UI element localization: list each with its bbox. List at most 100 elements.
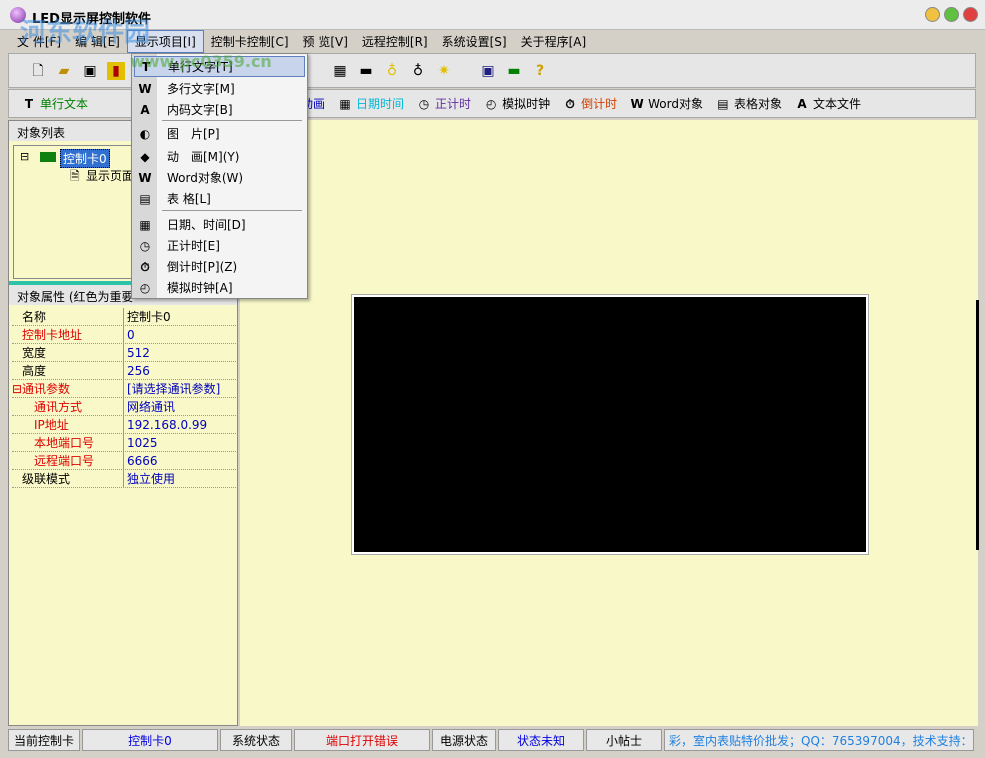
menu-separator (162, 210, 302, 211)
menu-option-icon: ◐ (139, 126, 151, 141)
menu-option-9[interactable]: ⏱ 倒计时[P](Z) (134, 256, 305, 277)
chip-icon[interactable]: ▬ (357, 62, 375, 80)
menu-item-0[interactable]: 文 件[F] (10, 31, 68, 52)
save-icon[interactable]: ▣ (81, 62, 99, 80)
display-items-menu: T 单行文字[T] W 多行文字[M] A 内码文字[B] ◐ 图 片[P] ◆ 动 画[M](Y… (131, 53, 308, 299)
menu-item-2[interactable]: 显示项目[I] (126, 29, 204, 53)
menu-option-8[interactable]: ◷ 正计时[E] (134, 235, 305, 256)
property-row[interactable]: 宽度 512 (12, 344, 236, 362)
menu-option-label: 动 画[M](Y) (167, 150, 240, 164)
toolbar-item-8[interactable]: A 文本文件 (794, 95, 861, 112)
toolbar-item-5[interactable]: ⏱ 倒计时 (562, 95, 617, 112)
property-row[interactable]: ⊟通讯参数 [请选择通讯参数] (12, 380, 236, 398)
toolbar-item-icon: ⏱ (565, 96, 575, 111)
property-row[interactable]: 通讯方式 网络通讯 (12, 398, 236, 416)
property-name: 级联模式 (12, 470, 124, 487)
design-canvas[interactable] (240, 120, 979, 726)
menu-option-6[interactable]: ▤ 表 格[L] (134, 188, 305, 209)
page-icon: 🗎 (70, 169, 80, 183)
menu-option-icon: W (138, 81, 152, 96)
menu-option-icon: W (138, 170, 152, 185)
close-button[interactable] (963, 7, 978, 22)
toolbar-item-3[interactable]: ◷ 正计时 (416, 95, 471, 112)
toolbar-item-label: Word对象 (648, 97, 703, 111)
toolbar-item-icon: W (630, 96, 644, 111)
title-bar: LED显示屏控制软件 (0, 0, 985, 30)
collapse-icon[interactable]: ⊟ (20, 150, 29, 163)
property-value[interactable]: 512 (124, 344, 236, 361)
property-name: 高度 (12, 362, 124, 379)
property-row[interactable]: 控制卡地址 0 (12, 326, 236, 344)
property-row[interactable]: 远程端口号 6666 (12, 452, 236, 470)
property-value[interactable]: 网络通讯 (124, 398, 236, 415)
menu-item-7[interactable]: 关于程序[A] (514, 31, 594, 52)
bulb-off-icon[interactable]: ♁ (409, 62, 427, 80)
property-row[interactable]: 名称 控制卡0 (12, 308, 236, 326)
property-value[interactable]: 192.168.0.99 (124, 416, 236, 433)
status-cell-1: 控制卡0 (82, 729, 218, 751)
property-row[interactable]: 级联模式 独立使用 (12, 470, 236, 488)
property-value[interactable]: [请选择通讯参数] (124, 380, 236, 397)
menu-option-icon: ▤ (139, 191, 151, 206)
led-screen-preview[interactable] (352, 295, 868, 554)
property-value[interactable]: 控制卡0 (124, 308, 236, 325)
menu-option-2[interactable]: A 内码文字[B] (134, 99, 305, 120)
menu-option-icon: ◆ (140, 149, 150, 164)
menu-option-3[interactable]: ◐ 图 片[P] (134, 123, 305, 144)
watermark-url: www.pc0359.cn (130, 52, 272, 71)
tree-item-page[interactable]: 显示页面 (86, 167, 134, 184)
bulb-on-icon[interactable]: ♁ (383, 62, 401, 80)
property-row[interactable]: IP地址 192.168.0.99 (12, 416, 236, 434)
property-value[interactable]: 0 (124, 326, 236, 343)
toolbar-item-4[interactable]: ◴ 模拟时钟 (483, 95, 550, 112)
property-value[interactable]: 独立使用 (124, 470, 236, 487)
menu-option-5[interactable]: W Word对象(W) (134, 167, 305, 188)
minimize-button[interactable] (925, 7, 940, 22)
help-icon[interactable]: ? (531, 62, 549, 80)
toolbar-item-icon: ◷ (418, 96, 430, 111)
exit-door-icon[interactable]: ▮ (107, 61, 125, 80)
toolbar-item-label: 模拟时钟 (502, 97, 551, 111)
menu-option-4[interactable]: ◆ 动 画[M](Y) (134, 146, 305, 167)
grid-icon[interactable]: ▦ (331, 62, 349, 80)
toolbar-item-0[interactable]: T 单行文本 (21, 95, 88, 112)
property-name: 远程端口号 (12, 452, 124, 469)
status-cell-4: 电源状态 (432, 729, 496, 751)
property-value[interactable]: 256 (124, 362, 236, 379)
menu-item-3[interactable]: 控制卡控制[C] (204, 31, 296, 52)
menu-option-icon: ▦ (139, 217, 151, 232)
property-row[interactable]: 本地端口号 1025 (12, 434, 236, 452)
property-name: IP地址 (12, 416, 124, 433)
toolbar-item-2[interactable]: ▦ 日期时间 (337, 95, 404, 112)
toolbar-item-icon: ▦ (339, 96, 351, 111)
menu-separator (162, 120, 302, 121)
toolbar-item-label: 单行文本 (40, 97, 89, 111)
menu-bar: 文 件[F] 编 辑[E] 显示项目[I] 控制卡控制[C] 预 览[V] 远程控制[R]… (0, 29, 985, 53)
status-cell-5: 状态未知 (498, 729, 584, 751)
menu-option-7[interactable]: ▦ 日期、时间[D] (134, 214, 305, 235)
menu-item-6[interactable]: 系统设置[S] (435, 31, 514, 52)
status-cell-6: 小帖士 (586, 729, 662, 751)
menu-item-5[interactable]: 远程控制[R] (355, 31, 435, 52)
control-card-icon[interactable]: ▬ (505, 62, 523, 80)
new-file-icon[interactable]: 🗋 (29, 62, 47, 80)
menu-option-1[interactable]: W 多行文字[M] (134, 78, 305, 99)
menu-item-4[interactable]: 预 览[V] (296, 31, 355, 52)
toolbar-item-7[interactable]: ▤ 表格对象 (715, 95, 782, 112)
property-value[interactable]: 6666 (124, 452, 236, 469)
menu-option-label: 表 格[L] (167, 192, 211, 206)
open-folder-icon[interactable]: ▰ (55, 62, 73, 80)
toolbar-item-6[interactable]: W Word对象 (629, 95, 703, 112)
property-name: 宽度 (12, 344, 124, 361)
property-name: 本地端口号 (12, 434, 124, 451)
property-value[interactable]: 1025 (124, 434, 236, 451)
property-row[interactable]: 高度 256 (12, 362, 236, 380)
brightness-icon[interactable]: ✷ (435, 62, 453, 80)
maximize-button[interactable] (944, 7, 959, 22)
monitor-icon[interactable]: ▣ (479, 62, 497, 80)
menu-option-label: 模拟时钟[A] (167, 281, 233, 295)
menu-item-1[interactable]: 编 辑[E] (68, 31, 127, 52)
tree-item-control-card[interactable]: 控制卡0 (60, 149, 110, 168)
toolbar-item-label: 文本文件 (812, 97, 861, 111)
menu-option-10[interactable]: ◴ 模拟时钟[A] (134, 277, 305, 298)
